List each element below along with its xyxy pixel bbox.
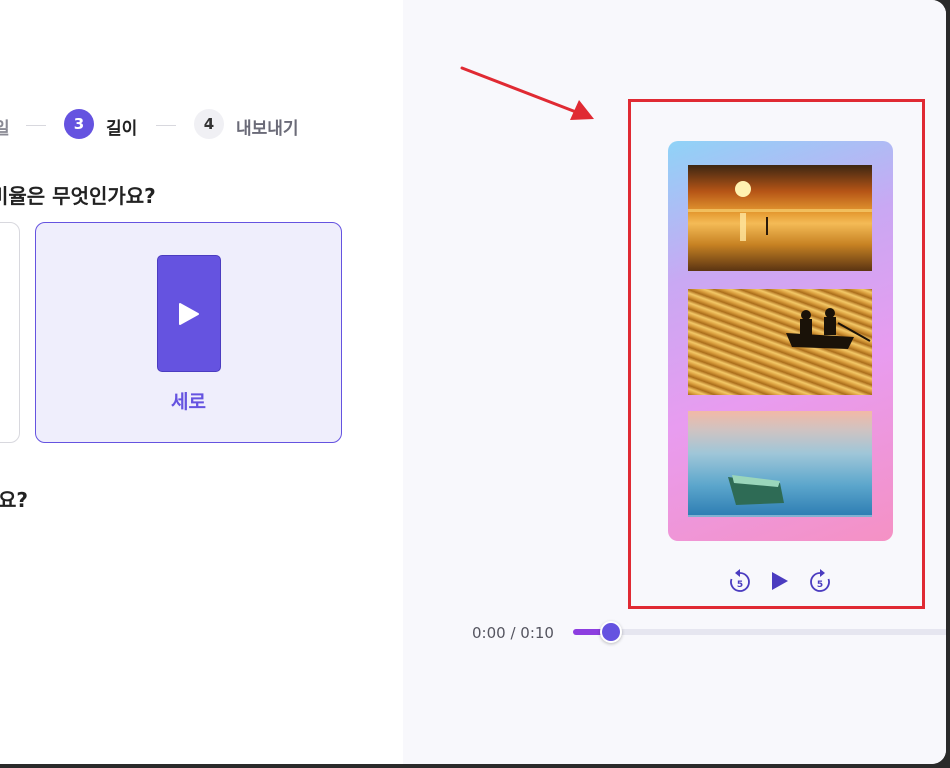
step-3-label[interactable]: 길이: [106, 114, 137, 139]
time-readout: 0:00 / 0:10: [472, 624, 554, 642]
play-icon: [179, 302, 199, 325]
aspect-option-label: 세로: [171, 391, 206, 413]
sunset-photo: [688, 165, 872, 271]
settings-pane: 일 3 길이 4 내보내기 비율은 무엇인가요? 세로 요?: [0, 0, 403, 764]
video-preview[interactable]: [668, 141, 893, 541]
lake-boat-photo: [688, 411, 872, 517]
second-question: 요?: [0, 488, 29, 512]
aspect-option-landscape[interactable]: [0, 222, 20, 443]
step-4-circle[interactable]: 4: [194, 109, 224, 139]
forward-5-icon: 5: [810, 569, 830, 592]
timeline-scrubber[interactable]: [573, 621, 946, 643]
playback-controls: 5 5: [726, 566, 836, 596]
app-window: 일 3 길이 4 내보내기 비율은 무엇인가요? 세로 요? 5 5 0:00 …: [0, 0, 946, 764]
arrow-annotation: [460, 66, 594, 120]
preview-pane: 5 5 0:00 / 0:10: [403, 0, 946, 764]
portrait-phone-shape: [157, 255, 221, 372]
step-4-label[interactable]: 내보내기: [236, 114, 299, 139]
step-divider: [156, 125, 176, 126]
svg-text:5: 5: [737, 580, 743, 590]
aspect-question: 비율은 무엇인가요?: [0, 184, 156, 208]
forward-5-button[interactable]: 5: [806, 566, 834, 596]
step-3-circle[interactable]: 3: [64, 109, 94, 139]
play-icon: [772, 572, 788, 590]
play-button[interactable]: [766, 566, 794, 596]
step-2-label[interactable]: 일: [0, 114, 10, 139]
step-divider: [26, 125, 46, 126]
aspect-option-portrait[interactable]: 세로: [35, 222, 342, 443]
highlight-box: 5 5: [628, 99, 925, 609]
rewind-5-button[interactable]: 5: [726, 566, 754, 596]
boat-silhouette-photo: [688, 289, 872, 395]
rewind-5-icon: 5: [730, 569, 750, 592]
timeline-handle[interactable]: [600, 621, 622, 643]
stepper: 일 3 길이 4 내보내기: [0, 109, 403, 141]
svg-text:5: 5: [817, 580, 823, 590]
